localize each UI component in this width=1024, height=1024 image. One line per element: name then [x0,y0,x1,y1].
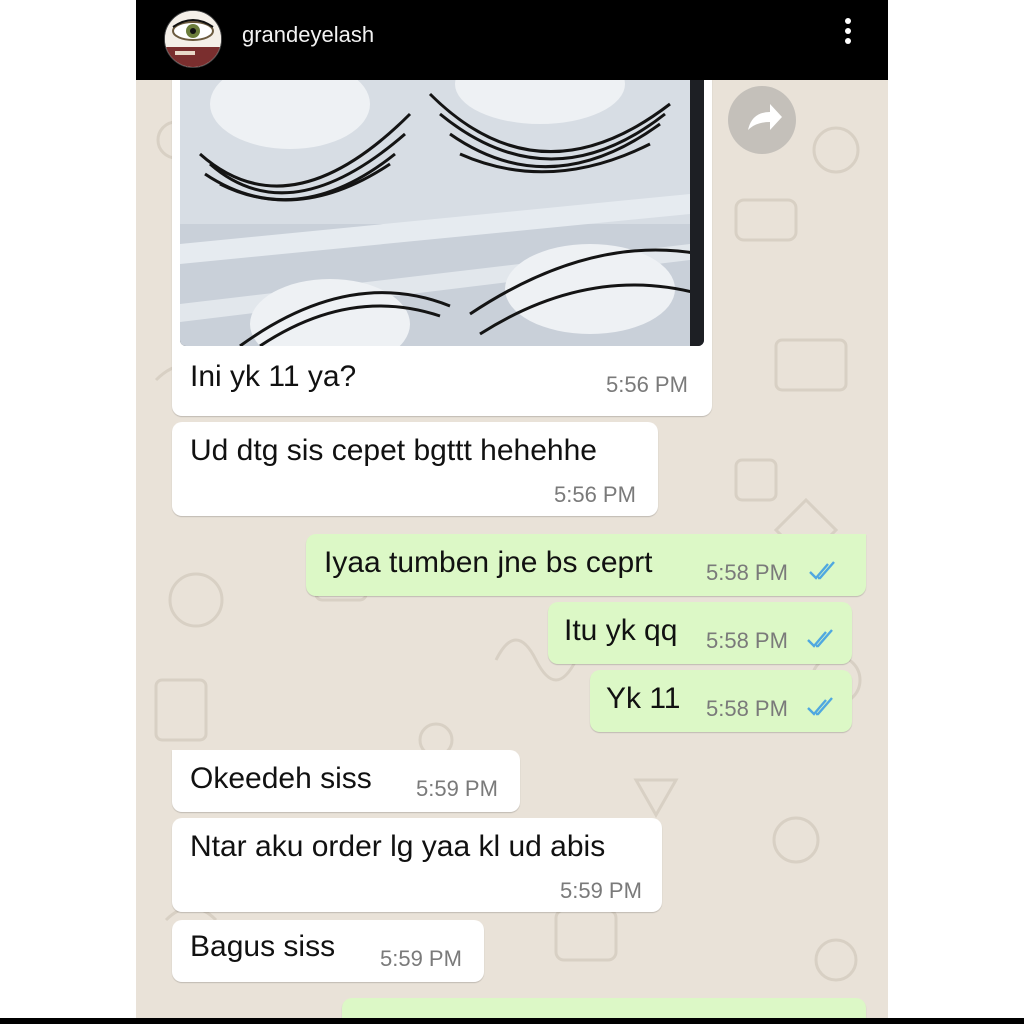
message-text: Ud dtg sis cepet bgttt hehehhe [190,434,597,467]
message-time: 5:58 PM [706,560,788,585]
forward-arrow-icon[interactable] [728,86,796,154]
more-vertical-icon[interactable] [836,14,860,54]
outgoing-message[interactable]: Itu yk qq 5:58 PM [548,602,852,664]
outgoing-message[interactable]: Iyaa tumben jne bs ceprt 5:58 PM [306,534,866,596]
double-check-icon [807,697,833,716]
incoming-message[interactable]: Okeedeh siss 5:59 PM [172,750,520,812]
message-text: Okeedeh siss [190,762,372,795]
message-text: Bagus siss [190,930,336,963]
message-time: 5:59 PM [380,946,462,971]
contact-name[interactable]: grandeyelash [242,22,374,48]
message-time: 5:59 PM [416,776,498,801]
message-text: Iyaa tumben jne bs ceprt [324,546,653,579]
incoming-message[interactable]: Ntar aku order lg yaa kl ud abis 5:59 PM [172,818,662,912]
message-text: Ntar aku order lg yaa kl ud abis [190,830,606,863]
chat-screen: grandeyelash Ini yk 11 ya? 5:56 PM Ud dt… [136,0,888,1024]
double-check-icon [809,561,835,580]
message-text: Yk 11 [606,682,681,715]
incoming-message[interactable]: Ud dtg sis cepet bgttt hehehhe 5:56 PM [172,422,658,516]
incoming-message[interactable]: Bagus siss 5:59 PM [172,920,484,982]
message-time: 5:56 PM [554,482,636,507]
screen-bottom-edge [0,1018,1024,1024]
message-text: Ini yk 11 ya? [190,360,357,393]
message-time: 5:58 PM [706,628,788,653]
message-time: 5:56 PM [606,372,688,397]
message-time: 5:58 PM [706,696,788,721]
message-time: 5:59 PM [560,878,642,903]
forward-arrow-glyph [748,104,782,130]
chat-header: grandeyelash [136,0,888,80]
message-text: Itu yk qq [564,614,678,647]
avatar[interactable] [164,10,222,68]
eyelash-image [180,74,704,346]
image-message-bubble[interactable]: Ini yk 11 ya? 5:56 PM [172,70,712,416]
outgoing-message[interactable]: Yk 11 5:58 PM [590,670,852,732]
double-check-icon [807,629,833,648]
eye-logo-icon [165,11,221,67]
false-eyelashes-photo[interactable] [180,74,704,346]
